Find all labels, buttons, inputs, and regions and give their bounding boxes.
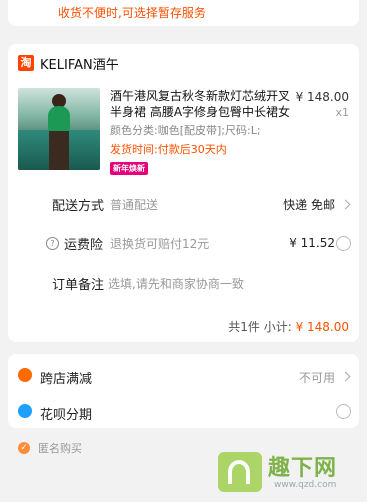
note-label: 订单备注 xyxy=(52,277,105,293)
chevron-right-icon xyxy=(340,371,351,382)
delivery-value: 普通配送 xyxy=(110,197,159,212)
insurance-radio[interactable] xyxy=(336,235,351,251)
huabei-installment-row[interactable]: 花呗分期 xyxy=(8,400,359,423)
discount-card: 跨店满减 不可用 花呗分期 xyxy=(8,354,359,428)
huabei-label: 花呗分期 xyxy=(40,408,93,423)
help-icon[interactable]: ? xyxy=(46,236,59,250)
subtotal-label: 小计: xyxy=(263,320,292,334)
image-figure-skirt xyxy=(49,131,69,170)
insurance-label: 运费险 xyxy=(64,237,104,253)
shop-name: KELIFAN酒午 xyxy=(40,57,119,73)
promo-badge: 新年焕新 xyxy=(110,162,148,175)
product-title[interactable]: 酒午港风复古秋冬新款灯芯绒开叉半身裙 高腰A字修身包臀中长裙女 xyxy=(110,88,292,120)
huabei-icon xyxy=(18,404,32,418)
product-quantity: x1 xyxy=(335,106,349,119)
insurance-desc: 退换货可赔付12元 xyxy=(110,236,210,251)
item-count: 共1件 xyxy=(228,320,260,334)
discount-icon xyxy=(18,368,32,382)
anonymous-label: 匿名购买 xyxy=(38,442,82,455)
cross-store-status: 不可用 xyxy=(298,371,335,385)
insurance-price: ¥ 11.52 xyxy=(289,236,335,250)
delivery-label: 配送方式 xyxy=(52,198,105,214)
shop-header[interactable]: 淘 KELIFAN酒午 xyxy=(18,54,119,73)
order-note-row[interactable]: 订单备注 选填,请先和商家协商一致 xyxy=(8,272,359,294)
product-spec: 颜色分类:咖色[配皮带];尺码:L; xyxy=(110,124,261,137)
watermark-text: 趣下网 xyxy=(268,456,338,481)
cross-store-discount-row[interactable]: 跨店满减 不可用 xyxy=(8,364,359,387)
note-input[interactable]: 选填,请先和商家协商一致 xyxy=(108,275,244,292)
watermark-url: www.qzd.com xyxy=(274,480,337,490)
product-price: ¥ 148.00 xyxy=(295,90,349,104)
watermark-logo-icon xyxy=(218,452,262,492)
delivery-option: 快递 免邮 xyxy=(283,197,335,212)
subtotal: 共1件 小计: ¥ 148.00 xyxy=(228,318,349,335)
delivery-method-row[interactable]: 配送方式 普通配送 快递 免邮 xyxy=(8,193,359,215)
subtotal-amount: ¥ 148.00 xyxy=(295,320,349,334)
chevron-right-icon xyxy=(340,199,351,209)
cross-store-label: 跨店满减 xyxy=(40,372,93,387)
shipping-insurance-row[interactable]: ? 运费险 退换货可赔付12元 ¥ 11.52 xyxy=(8,232,359,254)
check-icon[interactable]: ✓ xyxy=(18,442,30,454)
image-figure-top xyxy=(48,106,70,132)
shop-order-card: 淘 KELIFAN酒午 酒午港风复古秋冬新款灯芯绒开叉半身裙 高腰A字修身包臀中… xyxy=(8,44,359,342)
watermark: 趣下网 www.qzd.com xyxy=(218,448,363,498)
taobao-shop-icon: 淘 xyxy=(18,55,34,71)
product-image[interactable] xyxy=(18,88,100,170)
ship-time: 发货时间:付款后30天内 xyxy=(110,143,227,156)
anonymous-purchase[interactable]: ✓ 匿名购买 xyxy=(18,440,82,456)
storage-service-notice[interactable]: 收货不便时,可选择暂存服务 xyxy=(58,4,206,21)
huabei-radio[interactable] xyxy=(336,404,351,419)
notice-card: 收货不便时,可选择暂存服务 xyxy=(8,0,359,26)
